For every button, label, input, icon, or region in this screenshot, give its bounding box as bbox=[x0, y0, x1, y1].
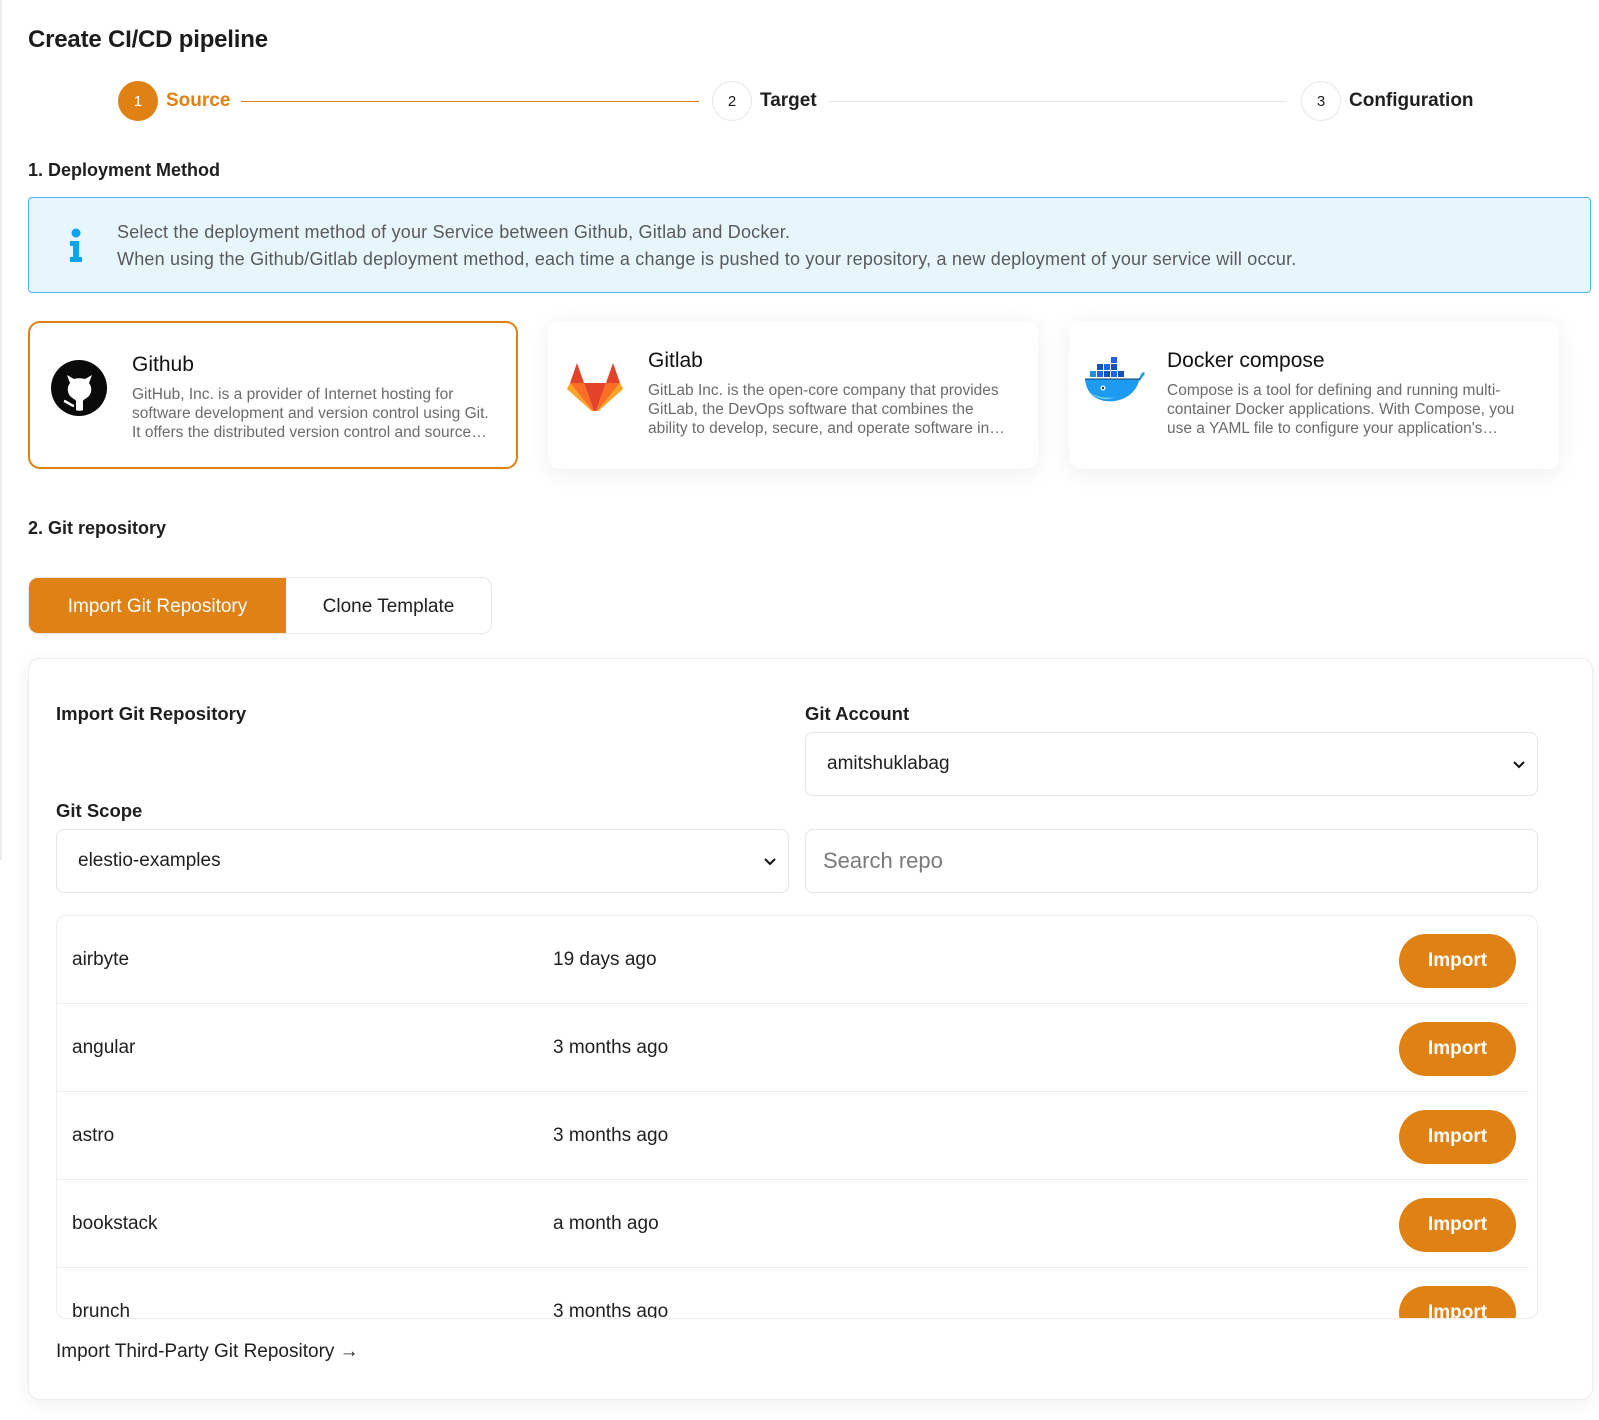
method-title: Gitlab bbox=[648, 349, 703, 372]
import-button[interactable]: Import bbox=[1399, 1198, 1516, 1252]
repo-row: astro 3 months ago Import bbox=[57, 1092, 1529, 1180]
page-title: Create CI/CD pipeline bbox=[28, 26, 268, 53]
import-repo-panel: Import Git Repository Git Account amitsh… bbox=[28, 658, 1593, 1400]
method-description: GitLab Inc. is the open-core company tha… bbox=[648, 382, 1003, 437]
step-connector bbox=[241, 101, 699, 102]
repo-name: astro bbox=[72, 1125, 115, 1146]
step-number: 2 bbox=[712, 81, 752, 121]
git-scope-label: Git Scope bbox=[56, 800, 143, 821]
step-label: Source bbox=[166, 90, 231, 111]
chevron-down-icon bbox=[764, 858, 776, 866]
method-description: GitHub, Inc. is a provider of Internet h… bbox=[132, 386, 489, 441]
repo-updated: 3 months ago bbox=[553, 1125, 669, 1146]
stepper: 1 Source 2 Target 3 Configuration bbox=[118, 81, 1500, 121]
repo-name: bookstack bbox=[72, 1213, 158, 1234]
step-number: 1 bbox=[118, 81, 158, 121]
repo-source-tabs: Import Git Repository Clone Template bbox=[28, 577, 492, 634]
step-number: 3 bbox=[1301, 81, 1341, 121]
git-account-label: Git Account bbox=[805, 703, 910, 724]
git-repository-title: 2. Git repository bbox=[28, 518, 167, 538]
step-configuration[interactable]: 3 Configuration bbox=[1301, 81, 1474, 121]
info-text: Select the deployment method of your Ser… bbox=[117, 219, 1296, 273]
tab-clone-template[interactable]: Clone Template bbox=[286, 578, 491, 633]
git-account-select[interactable]: amitshuklabag bbox=[805, 732, 1538, 796]
window-edge bbox=[0, 0, 2, 860]
method-title: Docker compose bbox=[1167, 349, 1325, 372]
git-scope-select[interactable]: elestio-examples bbox=[56, 829, 789, 893]
panel-heading: Import Git Repository bbox=[56, 703, 247, 724]
git-scope-value: elestio-examples bbox=[78, 850, 221, 871]
info-line-2: When using the Github/Gitlab deployment … bbox=[117, 249, 1297, 269]
step-source[interactable]: 1 Source bbox=[118, 81, 230, 121]
deployment-method-title: 1. Deployment Method bbox=[28, 160, 221, 180]
repo-updated: 19 days ago bbox=[553, 949, 657, 970]
repo-name: angular bbox=[72, 1037, 136, 1058]
github-icon bbox=[51, 360, 107, 416]
info-line-1: Select the deployment method of your Ser… bbox=[117, 222, 791, 242]
tab-import-git-repository[interactable]: Import Git Repository bbox=[29, 578, 286, 633]
repo-updated: 3 months ago bbox=[553, 1301, 669, 1319]
repo-list[interactable]: airbyte 19 days ago Import angular 3 mon… bbox=[56, 915, 1538, 1319]
chevron-down-icon bbox=[1513, 761, 1525, 769]
method-card-docker[interactable]: Docker compose Compose is a tool for def… bbox=[1069, 321, 1559, 469]
import-button[interactable]: Import bbox=[1399, 934, 1516, 988]
step-connector bbox=[829, 101, 1287, 102]
import-third-party-link[interactable]: Import Third-Party Git Repository → bbox=[56, 1341, 359, 1363]
docker-icon bbox=[1085, 357, 1145, 402]
import-button[interactable]: Import bbox=[1399, 1022, 1516, 1076]
import-button[interactable]: Import bbox=[1399, 1110, 1516, 1164]
repo-updated: a month ago bbox=[553, 1213, 659, 1234]
method-card-github[interactable]: Github GitHub, Inc. is a provider of Int… bbox=[28, 321, 518, 469]
step-label: Target bbox=[760, 90, 817, 111]
info-icon bbox=[70, 228, 82, 262]
import-button[interactable]: Import bbox=[1399, 1286, 1516, 1318]
step-label: Configuration bbox=[1349, 90, 1474, 111]
git-account-value: amitshuklabag bbox=[827, 753, 950, 774]
repo-row: brunch 3 months ago Import bbox=[57, 1268, 1529, 1319]
method-card-gitlab[interactable]: Gitlab GitLab Inc. is the open-core comp… bbox=[548, 321, 1038, 469]
info-alert: Select the deployment method of your Ser… bbox=[28, 197, 1591, 293]
method-description: Compose is a tool for defining and runni… bbox=[1167, 382, 1515, 437]
gitlab-icon bbox=[567, 363, 623, 411]
repo-name: brunch bbox=[72, 1301, 131, 1319]
search-repo-input[interactable] bbox=[805, 829, 1538, 893]
repo-row: angular 3 months ago Import bbox=[57, 1004, 1529, 1092]
step-target[interactable]: 2 Target bbox=[712, 81, 817, 121]
method-title: Github bbox=[132, 353, 194, 376]
repo-row: bookstack a month ago Import bbox=[57, 1180, 1529, 1268]
repo-name: airbyte bbox=[72, 949, 130, 970]
repo-row: airbyte 19 days ago Import bbox=[57, 916, 1529, 1004]
repo-updated: 3 months ago bbox=[553, 1037, 669, 1058]
